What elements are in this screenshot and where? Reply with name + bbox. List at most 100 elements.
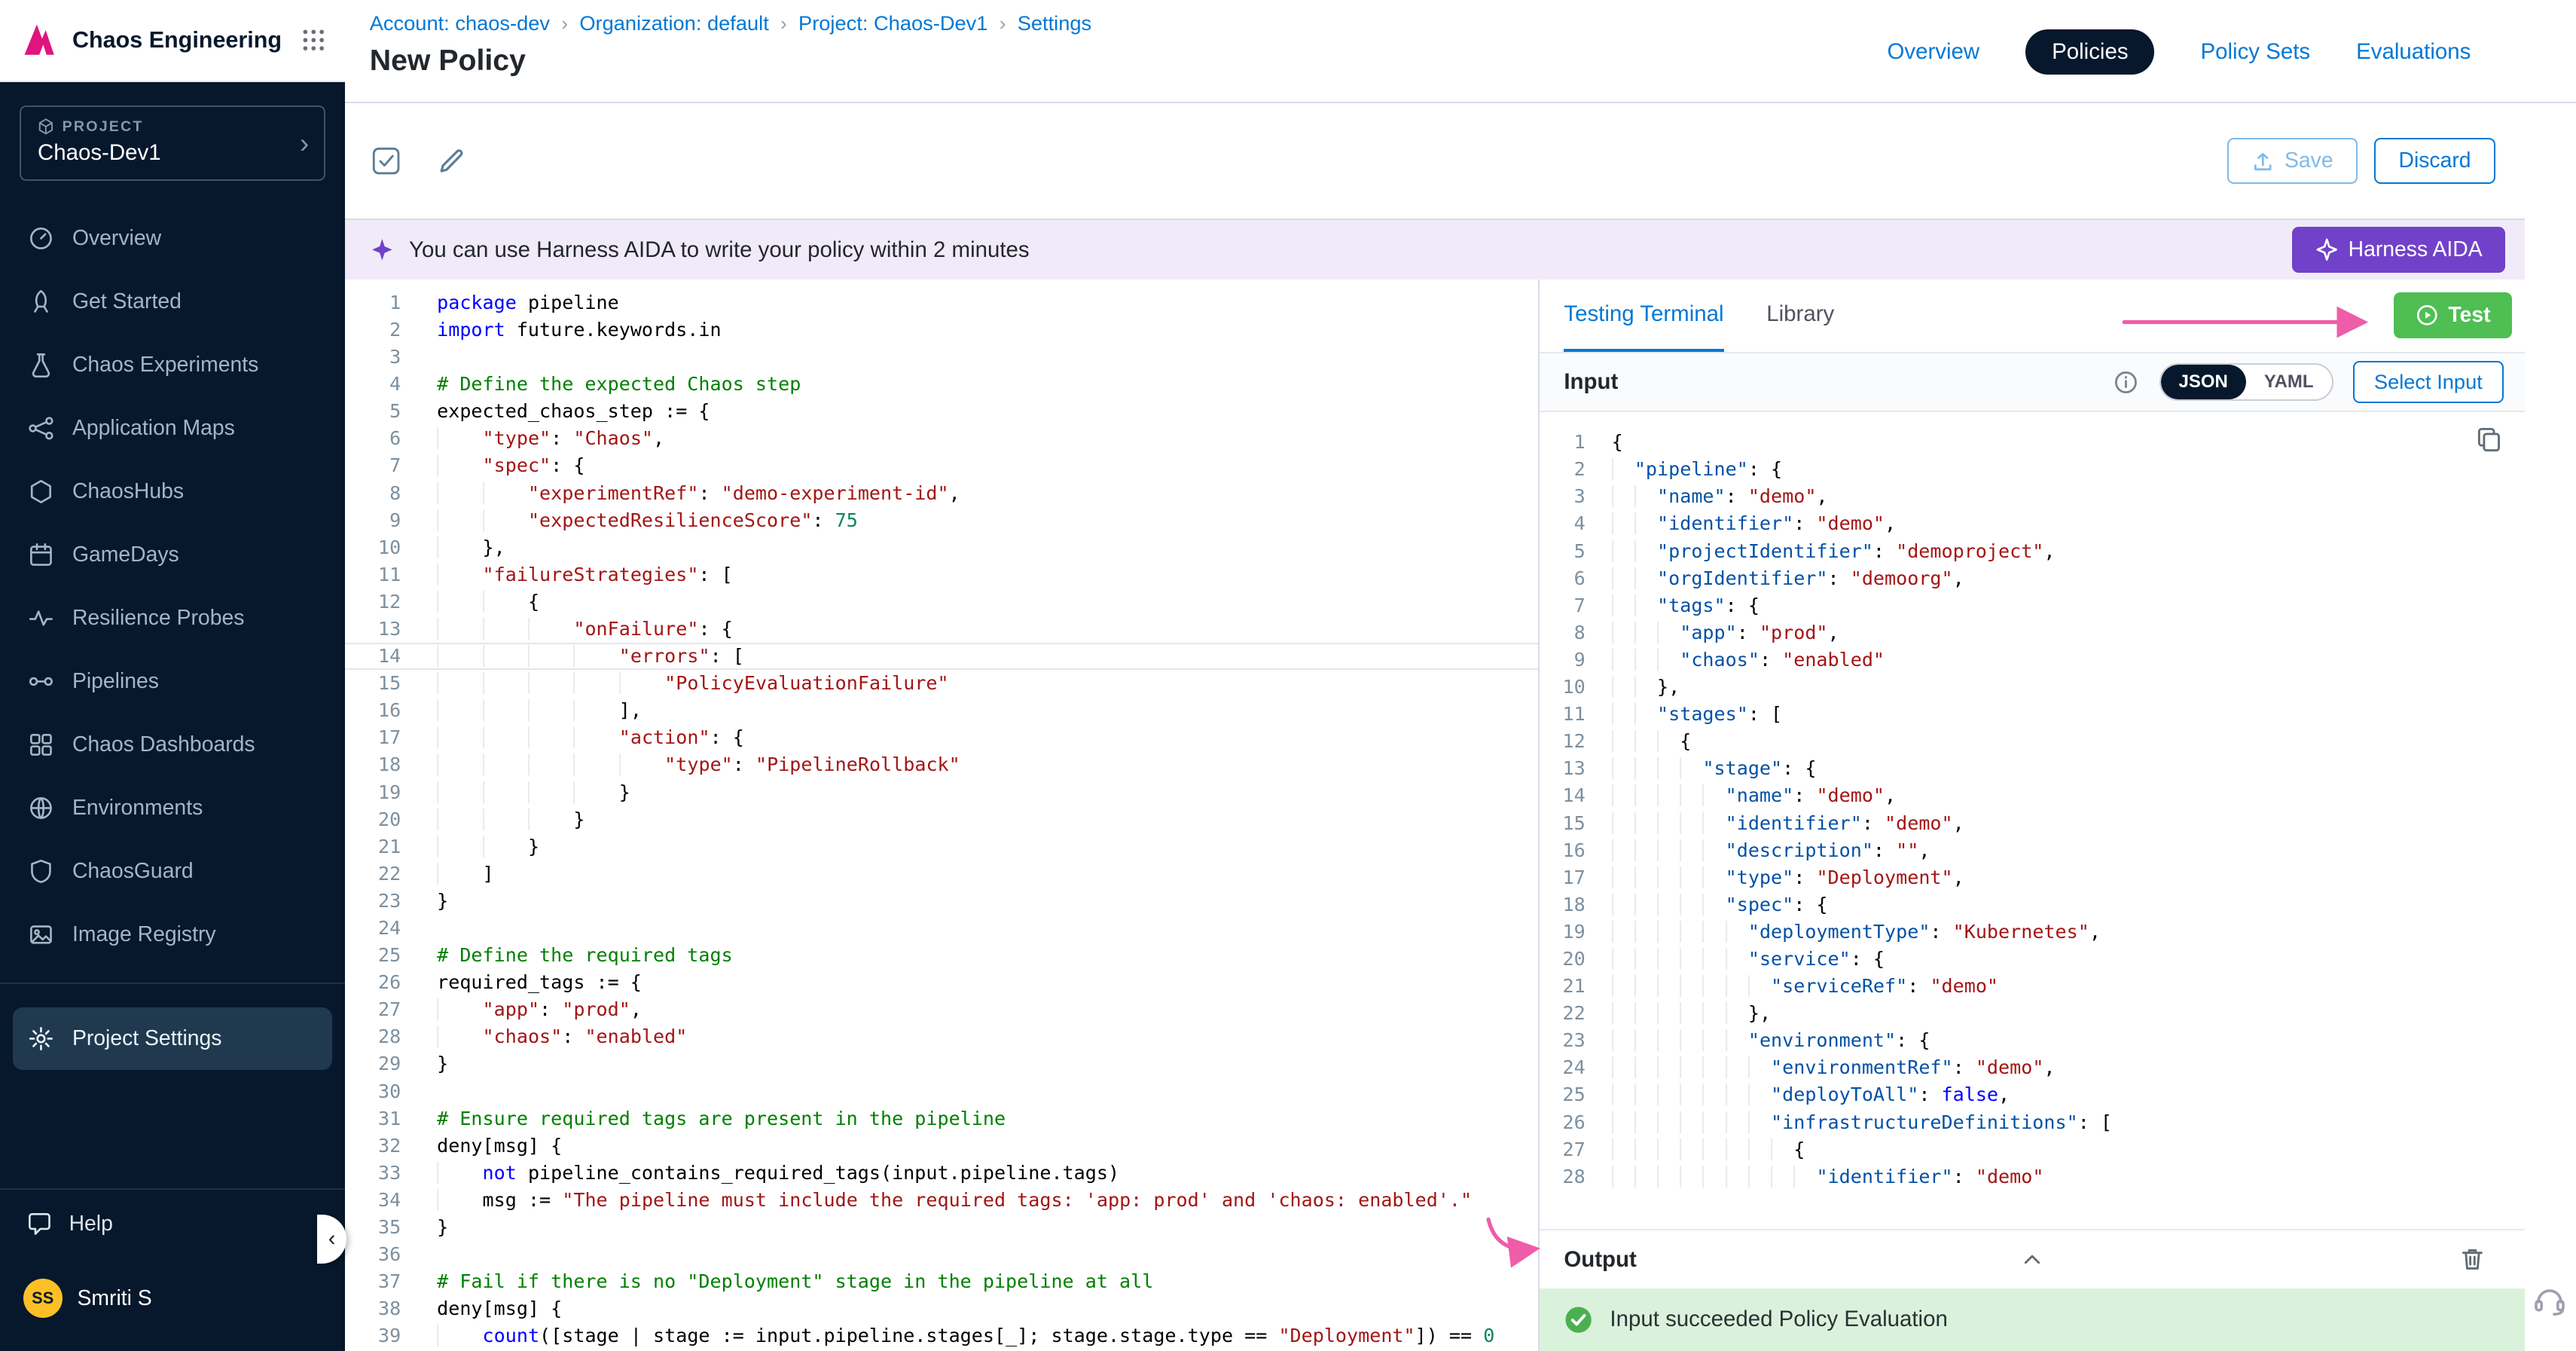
line-number: 12	[345, 588, 401, 616]
terminal-tabs: Testing Terminal Library Test	[1540, 280, 2526, 352]
project-selector[interactable]: PROJECT Chaos-Dev1 ›	[20, 105, 325, 181]
code-line-21: 21 }	[345, 833, 1538, 860]
line-number: 25	[345, 942, 401, 969]
code-line-21: 21 "serviceRef": "demo"	[1540, 973, 2526, 1000]
policy-code-editor[interactable]: 1package pipeline2import future.keywords…	[345, 280, 1540, 1351]
code-line-20: 20 "service": {	[1540, 946, 2526, 973]
line-number: 23	[345, 888, 401, 915]
line-number: 33	[345, 1160, 401, 1187]
line-number: 26	[345, 969, 401, 996]
sidebar-item-chaos-experiments[interactable]: Chaos Experiments	[0, 334, 345, 397]
line-number: 3	[345, 344, 401, 371]
validate-icon[interactable]	[371, 146, 401, 176]
sidebar-item-pipelines[interactable]: Pipelines	[0, 650, 345, 713]
sidebar-item-image-registry[interactable]: Image Registry	[0, 903, 345, 966]
tab-evaluations[interactable]: Evaluations	[2356, 39, 2471, 65]
breadcrumb-account[interactable]: Account: chaos-dev	[370, 11, 550, 35]
user-menu[interactable]: SS Smriti S	[0, 1259, 345, 1338]
line-number: 10	[1540, 674, 1586, 701]
code-line-12: 12 {	[345, 588, 1538, 616]
line-number: 18	[345, 751, 401, 778]
main: Account: chaos-dev › Organization: defau…	[345, 0, 2576, 1351]
editor-toolbar: Save Discard	[345, 103, 2525, 220]
code-line-8: 8 "app": "prod",	[1540, 619, 2526, 646]
sidebar-item-resilience-probes[interactable]: Resilience Probes	[0, 587, 345, 650]
select-input-button[interactable]: Select Input	[2353, 361, 2504, 404]
line-number: 10	[345, 534, 401, 561]
code-line-6: 6 "orgIdentifier": "demoorg",	[1540, 565, 2526, 592]
sidebar-item-chaosguard[interactable]: ChaosGuard	[0, 839, 345, 903]
help-button[interactable]: Help	[0, 1190, 345, 1259]
code-line-3: 3 "name": "demo",	[1540, 483, 2526, 510]
support-icon[interactable]	[2532, 1282, 2568, 1325]
line-number: 19	[1540, 918, 1586, 946]
code-line-16: 16 ],	[345, 697, 1538, 724]
breadcrumb-separator: ›	[780, 12, 787, 35]
sidebar-item-gamedays[interactable]: GameDays	[0, 524, 345, 587]
line-number: 21	[1540, 973, 1586, 1000]
tab-policy-sets[interactable]: Policy Sets	[2201, 39, 2311, 65]
chevron-right-icon: ›	[300, 127, 309, 159]
breadcrumb-settings[interactable]: Settings	[1018, 11, 1091, 35]
line-number: 15	[1540, 810, 1586, 837]
code-line-18: 18 "type": "PipelineRollback"	[345, 751, 1538, 778]
input-json-editor[interactable]: 1{2 "pipeline": {3 "name": "demo",4 "ide…	[1540, 412, 2526, 1229]
line-number: 12	[1540, 728, 1586, 755]
format-yaml[interactable]: YAML	[2246, 365, 2332, 399]
format-toggle: JSON YAML	[2159, 363, 2333, 400]
edit-pencil-icon[interactable]	[437, 146, 466, 176]
line-number: 24	[1540, 1054, 1586, 1081]
gear-icon	[28, 1025, 54, 1052]
breadcrumb-project[interactable]: Project: Chaos-Dev1	[798, 11, 987, 35]
code-line-19: 19 "deploymentType": "Kubernetes",	[1540, 918, 2526, 946]
line-number: 9	[345, 507, 401, 534]
tab-library[interactable]: Library	[1766, 280, 1834, 352]
sidebar-item-chaos-dashboards[interactable]: Chaos Dashboards	[0, 713, 345, 776]
line-number: 5	[345, 398, 401, 425]
line-number: 30	[345, 1078, 401, 1105]
line-number: 2	[1540, 456, 1586, 483]
tab-policies[interactable]: Policies	[2025, 29, 2154, 75]
output-title: Output	[1564, 1247, 1636, 1273]
line-number: 26	[1540, 1109, 1586, 1136]
harness-logo[interactable]	[20, 20, 59, 60]
line-number: 8	[1540, 619, 1586, 646]
overview-icon	[28, 225, 54, 252]
line-number: 7	[1540, 592, 1586, 619]
clear-output-button[interactable]	[2459, 1246, 2486, 1273]
code-line-2: 2import future.keywords.in	[345, 316, 1538, 344]
save-button[interactable]: Save	[2227, 138, 2358, 184]
code-line-25: 25# Define the required tags	[345, 942, 1538, 969]
sidebar-item-overview[interactable]: Overview	[0, 207, 345, 271]
sidebar-item-get-started[interactable]: Get Started	[0, 271, 345, 334]
breadcrumb-organization[interactable]: Organization: default	[579, 11, 768, 35]
info-icon[interactable]	[2113, 369, 2139, 396]
tab-overview[interactable]: Overview	[1887, 39, 1979, 65]
format-json[interactable]: JSON	[2161, 365, 2246, 399]
line-number: 21	[345, 833, 401, 860]
user-name: Smriti S	[78, 1286, 152, 1311]
test-button[interactable]: Test	[2394, 292, 2511, 338]
module-switcher-icon[interactable]	[302, 29, 325, 52]
harness-aida-button[interactable]: Harness AIDA	[2292, 227, 2505, 273]
line-number: 7	[345, 452, 401, 479]
collapse-output-button[interactable]	[2019, 1246, 2046, 1273]
image-icon	[28, 922, 54, 948]
code-line-9: 9 "expectedResilienceScore": 75	[345, 507, 1538, 534]
sidebar-item-environments[interactable]: Environments	[0, 776, 345, 839]
line-number: 32	[345, 1132, 401, 1160]
line-number: 27	[345, 996, 401, 1023]
copy-icon[interactable]	[2476, 426, 2502, 459]
sidebar-item-application-maps[interactable]: Application Maps	[0, 397, 345, 460]
sidebar-item-chaoshubs[interactable]: ChaosHubs	[0, 460, 345, 524]
code-line-31: 31# Ensure required tags are present in …	[345, 1105, 1538, 1132]
line-number: 34	[345, 1187, 401, 1214]
shield-icon	[28, 858, 54, 885]
line-number: 15	[345, 670, 401, 697]
line-number: 22	[1540, 1000, 1586, 1027]
tab-testing-terminal[interactable]: Testing Terminal	[1564, 280, 1723, 352]
discard-button[interactable]: Discard	[2374, 138, 2495, 184]
code-line-9: 9 "chaos": "enabled"	[1540, 646, 2526, 674]
sidebar-item-project-settings[interactable]: Project Settings	[13, 1007, 331, 1070]
line-number: 13	[1540, 755, 1586, 782]
